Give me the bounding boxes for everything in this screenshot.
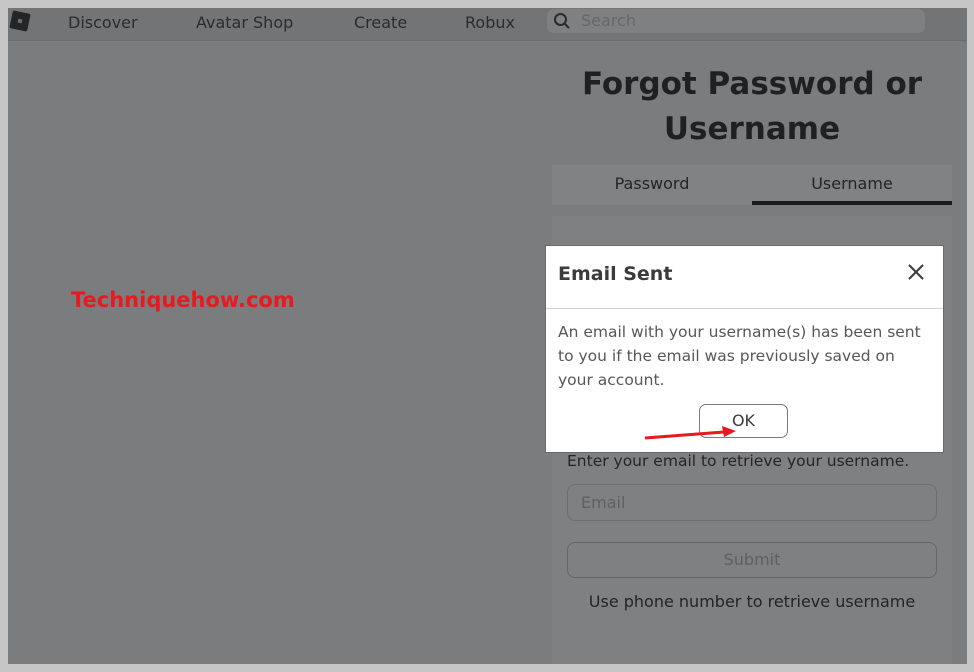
red-arrow-annotation-icon <box>644 426 736 440</box>
watermark-text: Techniquehow.com <box>71 288 295 312</box>
dialog-message: An email with your username(s) has been … <box>558 323 921 389</box>
page-title: Forgot Password or Username <box>552 62 952 152</box>
top-navigation-bar: Discover Avatar Shop Create Robux Search <box>8 8 967 41</box>
roblox-logo-icon[interactable] <box>9 10 31 32</box>
tab-bar: Password Username <box>552 165 952 205</box>
email-field[interactable]: Email <box>567 484 937 521</box>
search-icon <box>554 13 570 29</box>
dialog-divider <box>546 308 943 309</box>
search-input[interactable]: Search <box>547 9 925 33</box>
email-sent-dialog: Email Sent An email with your username(s… <box>545 245 944 453</box>
dialog-title: Email Sent <box>558 263 673 285</box>
nav-avatar-shop[interactable]: Avatar Shop <box>196 13 293 32</box>
form-hint: Enter your email to retrieve your userna… <box>567 452 910 470</box>
search-placeholder: Search <box>581 11 636 30</box>
page-title-line2: Username <box>663 111 841 147</box>
page-title-line1: Forgot Password or <box>581 66 923 102</box>
nav-robux[interactable]: Robux <box>465 13 515 32</box>
tab-username[interactable]: Username <box>752 165 952 205</box>
tab-password[interactable]: Password <box>552 165 752 205</box>
phone-retrieve-link[interactable]: Use phone number to retrieve username <box>552 592 952 611</box>
email-placeholder: Email <box>581 493 626 512</box>
nav-discover[interactable]: Discover <box>68 13 138 32</box>
close-icon[interactable] <box>906 262 926 282</box>
nav-create[interactable]: Create <box>354 13 407 32</box>
submit-button[interactable]: Submit <box>567 542 937 578</box>
